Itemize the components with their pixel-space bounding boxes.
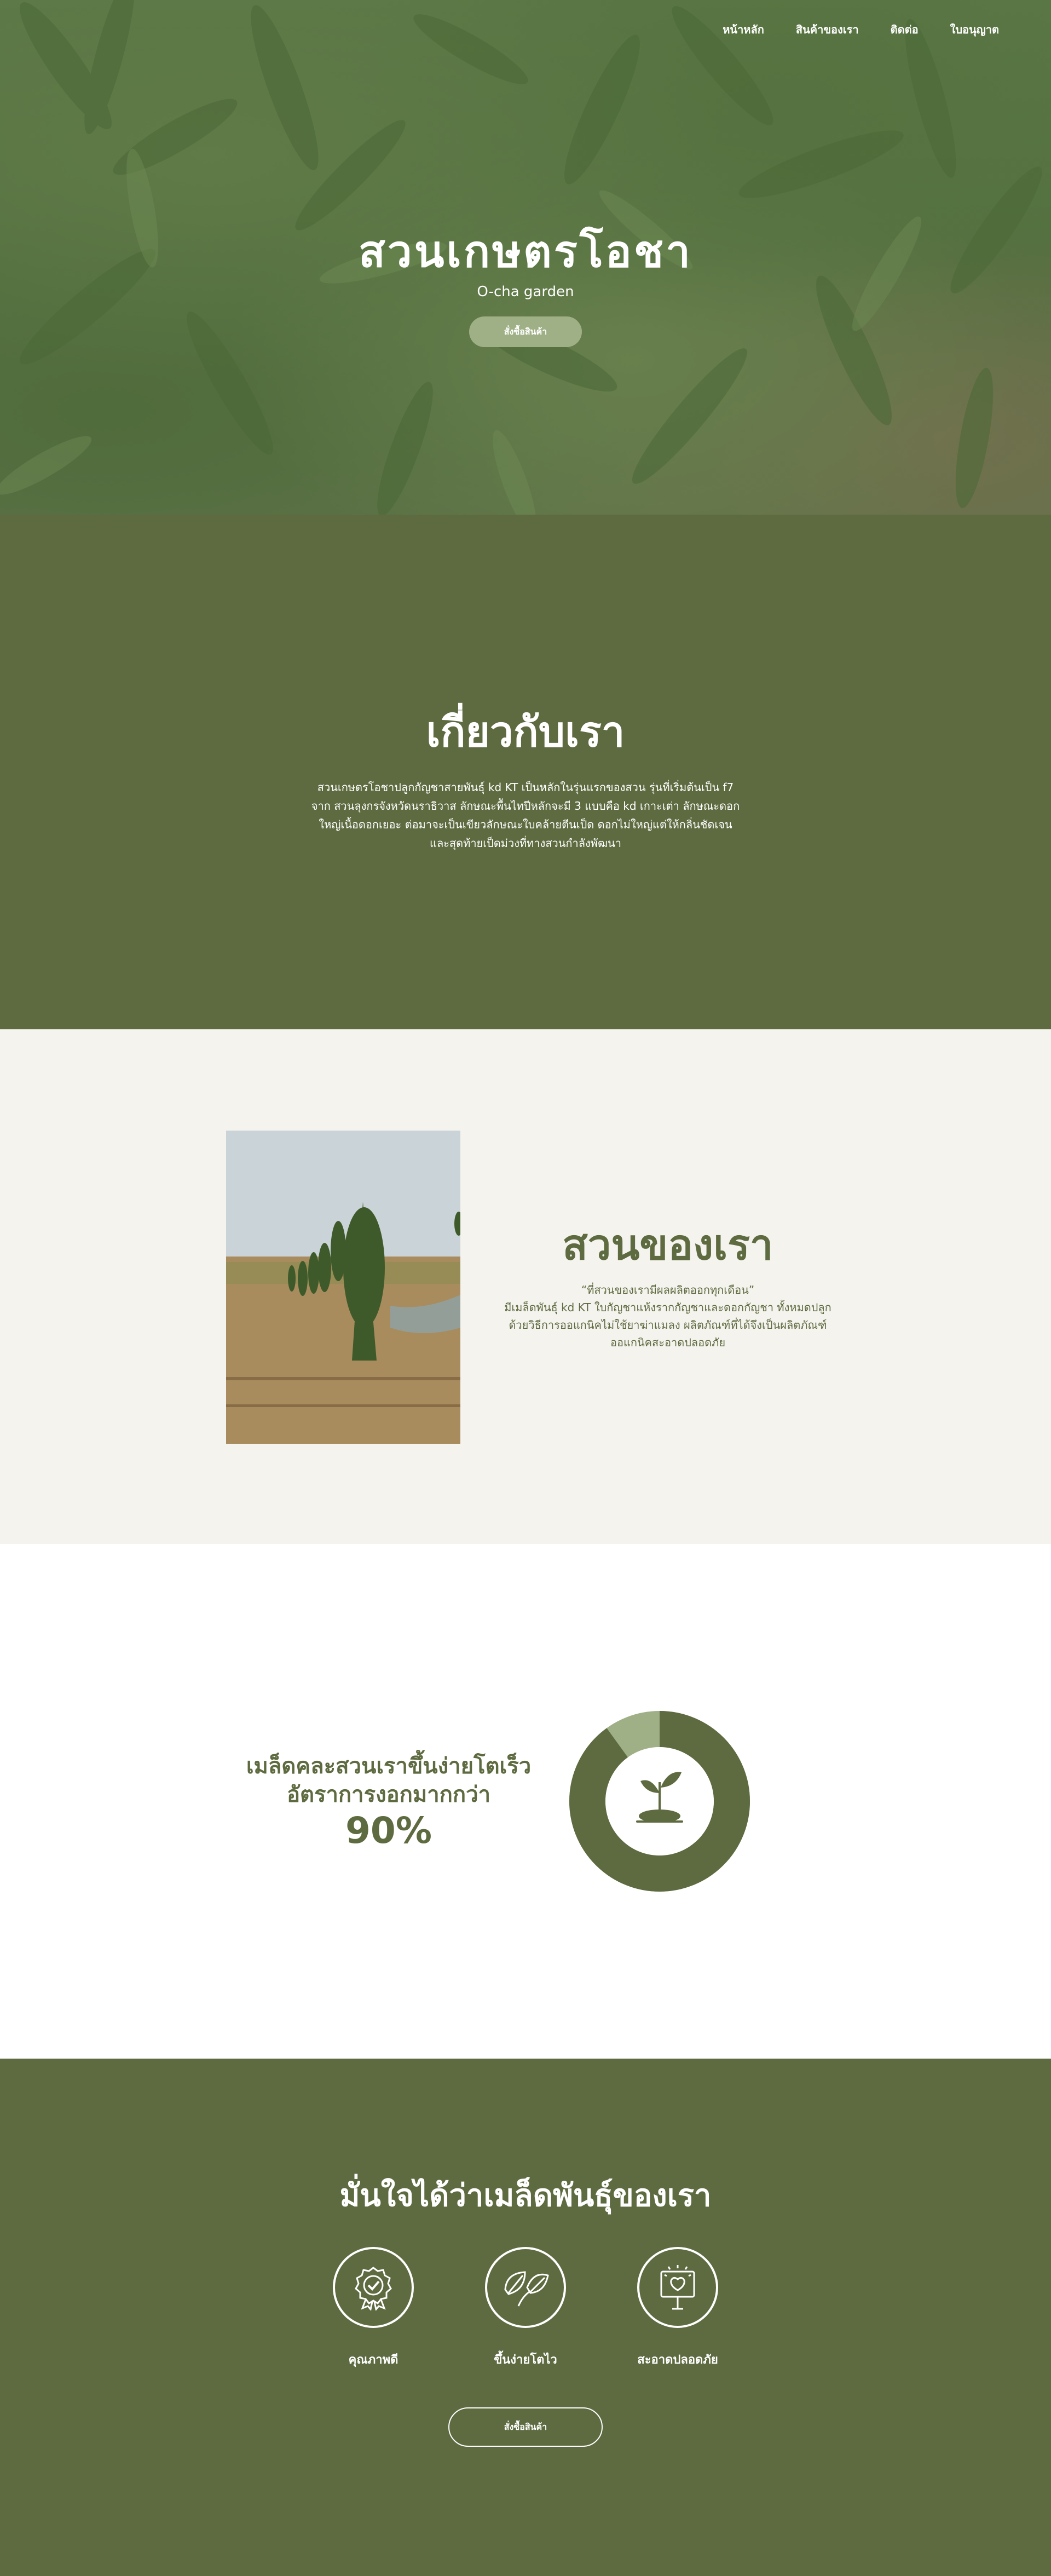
hero-title: สวนเกษตรโอชา (358, 226, 693, 277)
garden-quote: “ที่สวนของเรามีผลผลิตออกทุกเดือน” มีเมล็… (504, 1281, 832, 1351)
nav-contact[interactable]: ติดต่อ (891, 21, 919, 38)
cannabis-plants-image (226, 1131, 460, 1444)
hero-subtitle: O-cha garden (477, 284, 574, 300)
hero-content: สวนเกษตรโอชา O-cha garden สั่งซื้อสินค้า (0, 230, 1051, 347)
about-section: เกี่ยวกับเรา สวนเกษตรโอชาปลูกกัญชาสายพัน… (0, 515, 1051, 1029)
feature-safety-circle (637, 2246, 718, 2328)
germination-percent: 90% (345, 1809, 432, 1852)
germination-donut-chart (569, 1711, 750, 1892)
feature-quality-label: คุณภาพดี (348, 2353, 399, 2367)
quality-badge-icon (355, 2266, 392, 2310)
feature-quality-circle (333, 2246, 414, 2328)
leaf-icon (504, 2271, 549, 2307)
germination-line-1: เมล็ดคละสวนเราขึ้นง่ายโตเร็ว (246, 1754, 532, 1779)
about-text: สวนเกษตรโอชาปลูกกัญชาสายพันธุ์ kd KT เป็… (311, 780, 740, 850)
germination-text-block: เมล็ดคละสวนเราขึ้นง่ายโตเร็ว อัตราการงอก… (230, 1752, 547, 1853)
germination-line-2: อัตราการงอกมากกว่า (286, 1782, 491, 1807)
feature-growth-circle (485, 2246, 566, 2328)
confidence-section: มั่นใจได้ว่าเมล็ดพันธุ์ของเรา คุณภาพดี ข… (0, 2059, 1051, 2576)
feature-safety: สะอาดปลอดภัย (637, 2246, 718, 2369)
garden-photo (226, 1131, 460, 1444)
garden-title: สวนของเรา (562, 1220, 773, 1269)
feature-growth-label: ขึ้นง่ายโตไว (494, 2353, 557, 2367)
garden-text-block: สวนของเรา “ที่สวนของเรามีผลผลิตออกทุกเดื… (504, 1222, 832, 1351)
nav-products[interactable]: สินค้าของเรา (796, 21, 859, 38)
feature-quality: คุณภาพดี (333, 2246, 414, 2369)
garden-quote-text: “ที่สวนของเรามีผลผลิตออกทุกเดือน” (581, 1283, 755, 1296)
hero-section: หน้าหลัก สินค้าของเรา ติดต่อ ใบอนุญาต สว… (0, 0, 1051, 515)
safety-sign-icon (660, 2264, 695, 2310)
germination-section: เมล็ดคละสวนเราขึ้นง่ายโตเร็ว อัตราการงอก… (0, 1544, 1051, 2059)
nav-home[interactable]: หน้าหลัก (723, 21, 764, 38)
confidence-order-button[interactable]: สั่งซื้อสินค้า (448, 2407, 603, 2447)
garden-body-text: มีเมล็ดพันธุ์ kd KT ใบกัญชาแห้งรากกัญชาแ… (504, 1300, 831, 1349)
main-nav: หน้าหลัก สินค้าของเรา ติดต่อ ใบอนุญาต (691, 21, 999, 38)
confidence-title: มั่นใจได้ว่าเมล็ดพันธุ์ของเรา (339, 2178, 712, 2214)
hero-order-button[interactable]: สั่งซื้อสินค้า (469, 316, 582, 347)
about-title: เกี่ยวกับเรา (426, 707, 625, 756)
feature-list: คุณภาพดี ขึ้นง่ายโตไว สะอาดปลอดภัย (0, 2246, 1051, 2369)
garden-section: สวนของเรา “ที่สวนของเรามีผลผลิตออกทุกเดื… (0, 1029, 1051, 1544)
feature-safety-label: สะอาดปลอดภัย (637, 2353, 718, 2367)
nav-license[interactable]: ใบอนุญาต (950, 21, 999, 38)
feature-growth: ขึ้นง่ายโตไว (485, 2246, 566, 2369)
